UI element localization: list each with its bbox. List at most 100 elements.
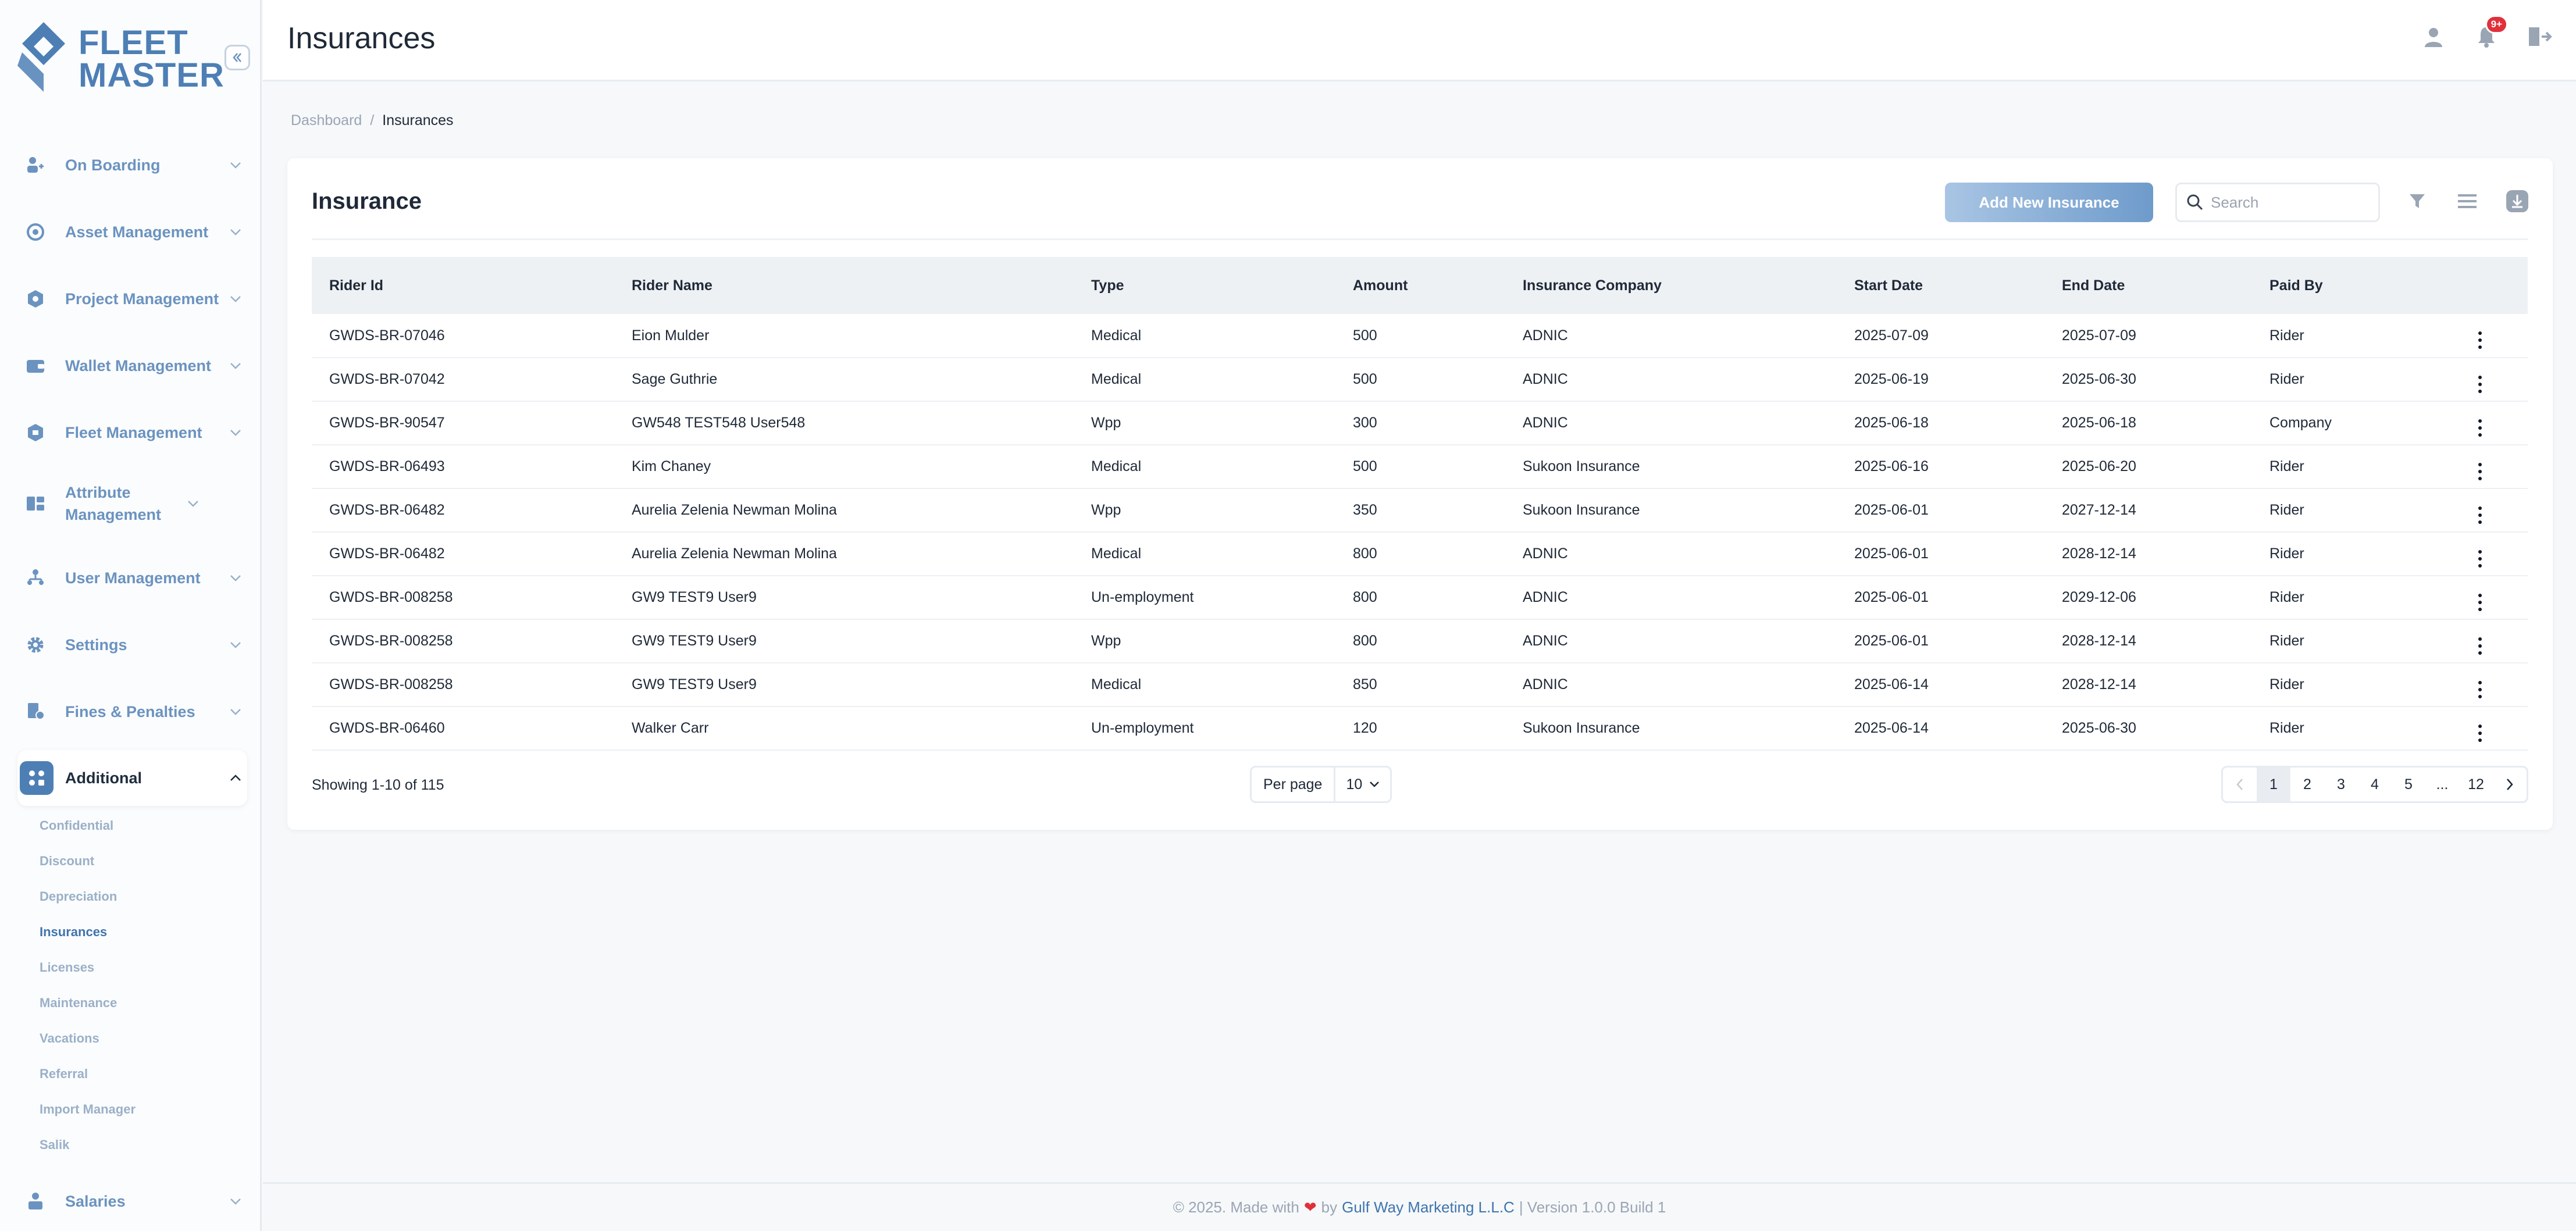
cell-type: Un-employment (1091, 720, 1194, 736)
subnav-discount[interactable]: Discount (40, 854, 94, 869)
subnav-referral[interactable]: Referral (40, 1066, 88, 1082)
cell-rider-name: Aurelia Zelenia Newman Molina (632, 502, 837, 518)
footer-prefix: © 2025. Made with (1173, 1198, 1299, 1216)
subnav-vacations[interactable]: Vacations (40, 1031, 99, 1046)
table-row[interactable]: GWDS-BR-07046 Eion Mulder Medical 500 ADNIC 2… (312, 314, 2528, 358)
column-header-paid-by[interactable]: Paid By (2252, 257, 2432, 314)
cell-end-date: 2027-12-14 (2062, 502, 2136, 518)
cell-rider-name: Sage Guthrie (632, 371, 718, 387)
more-vertical-icon[interactable] (2478, 724, 2482, 742)
more-vertical-icon[interactable] (2478, 637, 2482, 655)
column-header-end-date[interactable]: End Date (2044, 257, 2252, 314)
table-row[interactable]: GWDS-BR-06460 Walker Carr Un-employment 120… (312, 707, 2528, 750)
cell-end-date: 2025-06-30 (2062, 720, 2136, 736)
columns-button[interactable] (2453, 187, 2481, 215)
additional-icon (20, 761, 54, 795)
breadcrumb-dashboard[interactable]: Dashboard (291, 112, 362, 129)
collapse-sidebar-button[interactable] (225, 45, 250, 70)
fines-icon (17, 694, 54, 730)
per-page-select[interactable]: 10 (1335, 776, 1390, 793)
insurance-card: Insurance Add New Insurance Rider Id Rid… (287, 158, 2553, 830)
search-input[interactable] (2211, 193, 2374, 212)
more-vertical-icon[interactable] (2478, 550, 2482, 568)
sidebar-item-project-management[interactable]: Project Management (17, 281, 247, 317)
column-header-amount[interactable]: Amount (1335, 257, 1505, 314)
sidebar-item-on-boarding[interactable]: On Boarding (17, 147, 247, 183)
table-header-row: Rider Id Rider Name Type Amount Insuranc… (312, 257, 2528, 314)
subnav-salik[interactable]: Salik (40, 1137, 69, 1152)
cell-amount: 800 (1353, 545, 1377, 562)
row-actions-cell (2432, 445, 2528, 488)
gear-icon (17, 627, 54, 663)
table-row[interactable]: GWDS-BR-06482 Aurelia Zelenia Newman Moli… (312, 488, 2528, 532)
sidebar-item-fleet-management[interactable]: Fleet Management (17, 415, 247, 451)
row-actions-cell (2432, 401, 2528, 445)
sidebar-item-label: Settings (65, 636, 127, 654)
prev-page-button[interactable] (2223, 768, 2257, 801)
logout-button[interactable] (2526, 23, 2553, 50)
more-vertical-icon[interactable] (2478, 331, 2482, 349)
table-row[interactable]: GWDS-BR-06482 Aurelia Zelenia Newman Moli… (312, 532, 2528, 576)
more-vertical-icon[interactable] (2478, 680, 2482, 698)
asset-icon (17, 214, 54, 250)
more-vertical-icon[interactable] (2478, 506, 2482, 524)
sidebar-item-label: Additional (65, 769, 142, 787)
more-vertical-icon[interactable] (2478, 375, 2482, 393)
subnav-import-manager[interactable]: Import Manager (40, 1102, 136, 1117)
cell-type: Medical (1091, 371, 1142, 387)
table-row[interactable]: GWDS-BR-008258 GW9 TEST9 User9 Medical 850 A… (312, 663, 2528, 707)
table-row[interactable]: GWDS-BR-90547 GW548 TEST548 User548 Wpp 300… (312, 401, 2528, 445)
cell-paid-by: Rider (2269, 502, 2304, 518)
subnav-licenses[interactable]: Licenses (40, 960, 94, 975)
cell-rider-name: Kim Chaney (632, 458, 711, 474)
per-page-selector[interactable]: Per page 10 (1250, 766, 1392, 803)
sidebar-item-asset-management[interactable]: Asset Management (17, 214, 247, 250)
subnav-depreciation[interactable]: Depreciation (40, 889, 117, 904)
sidebar-item-fines-penalties[interactable]: Fines & Penalties (17, 694, 247, 730)
sidebar-item-attribute-management[interactable]: Attribute Management (17, 481, 247, 526)
filter-button[interactable] (2403, 187, 2431, 215)
sidebar-item-label: Project Management (65, 290, 219, 308)
column-header-rider-id[interactable]: Rider Id (312, 257, 614, 314)
users-icon (17, 560, 54, 596)
download-button[interactable] (2503, 187, 2531, 215)
add-new-insurance-button[interactable]: Add New Insurance (1945, 183, 2153, 222)
page-button-3[interactable]: 3 (2324, 768, 2358, 801)
table-row[interactable]: GWDS-BR-008258 GW9 TEST9 User9 Wpp 800 ADNIC… (312, 619, 2528, 663)
subnav-insurances[interactable]: Insurances (40, 925, 107, 940)
page-button-5[interactable]: 5 (2392, 768, 2425, 801)
sidebar-item-label: Attribute Management (65, 484, 162, 523)
sidebar-item-user-management[interactable]: User Management (17, 560, 247, 596)
sidebar: FLEET MASTER On Boarding Asset Managemen… (0, 0, 262, 1231)
sidebar-item-additional[interactable]: Additional (17, 750, 247, 806)
page-button-2[interactable]: 2 (2290, 768, 2324, 801)
footer-company-link[interactable]: Gulf Way Marketing L.L.C (1342, 1198, 1515, 1216)
table-row[interactable]: GWDS-BR-06493 Kim Chaney Medical 500 Sukoon … (312, 445, 2528, 488)
row-actions-cell (2432, 663, 2528, 707)
subnav-confidential[interactable]: Confidential (40, 818, 113, 833)
cell-rider-name: GW9 TEST9 User9 (632, 676, 757, 693)
more-vertical-icon[interactable] (2478, 593, 2482, 611)
sidebar-item-wallet-management[interactable]: Wallet Management (17, 348, 247, 384)
user-profile-button[interactable] (2420, 23, 2447, 50)
subnav-maintenance[interactable]: Maintenance (40, 995, 117, 1011)
next-page-button[interactable] (2493, 768, 2527, 801)
notifications-button[interactable]: 9+ (2473, 15, 2508, 50)
sidebar-item-settings[interactable]: Settings (17, 627, 247, 663)
more-vertical-icon[interactable] (2478, 419, 2482, 437)
page-button-12[interactable]: 12 (2459, 768, 2493, 801)
page-button-1[interactable]: 1 (2257, 768, 2290, 801)
more-vertical-icon[interactable] (2478, 462, 2482, 480)
column-header-start-date[interactable]: Start Date (1837, 257, 2044, 314)
cell-rider-name: GW9 TEST9 User9 (632, 633, 757, 649)
column-header-type[interactable]: Type (1074, 257, 1335, 314)
sidebar-item-salaries[interactable]: Salaries (17, 1183, 247, 1219)
table-row[interactable]: GWDS-BR-07042 Sage Guthrie Medical 500 ADNIC… (312, 358, 2528, 401)
column-header-rider-name[interactable]: Rider Name (614, 257, 1074, 314)
page-button-4[interactable]: 4 (2358, 768, 2392, 801)
chevron-down-icon (224, 362, 247, 369)
cell-amount: 350 (1353, 502, 1377, 518)
logo[interactable]: FLEET MASTER (17, 22, 224, 92)
column-header-insurance-company[interactable]: Insurance Company (1505, 257, 1837, 314)
table-row[interactable]: GWDS-BR-008258 GW9 TEST9 User9 Un-employme… (312, 576, 2528, 619)
